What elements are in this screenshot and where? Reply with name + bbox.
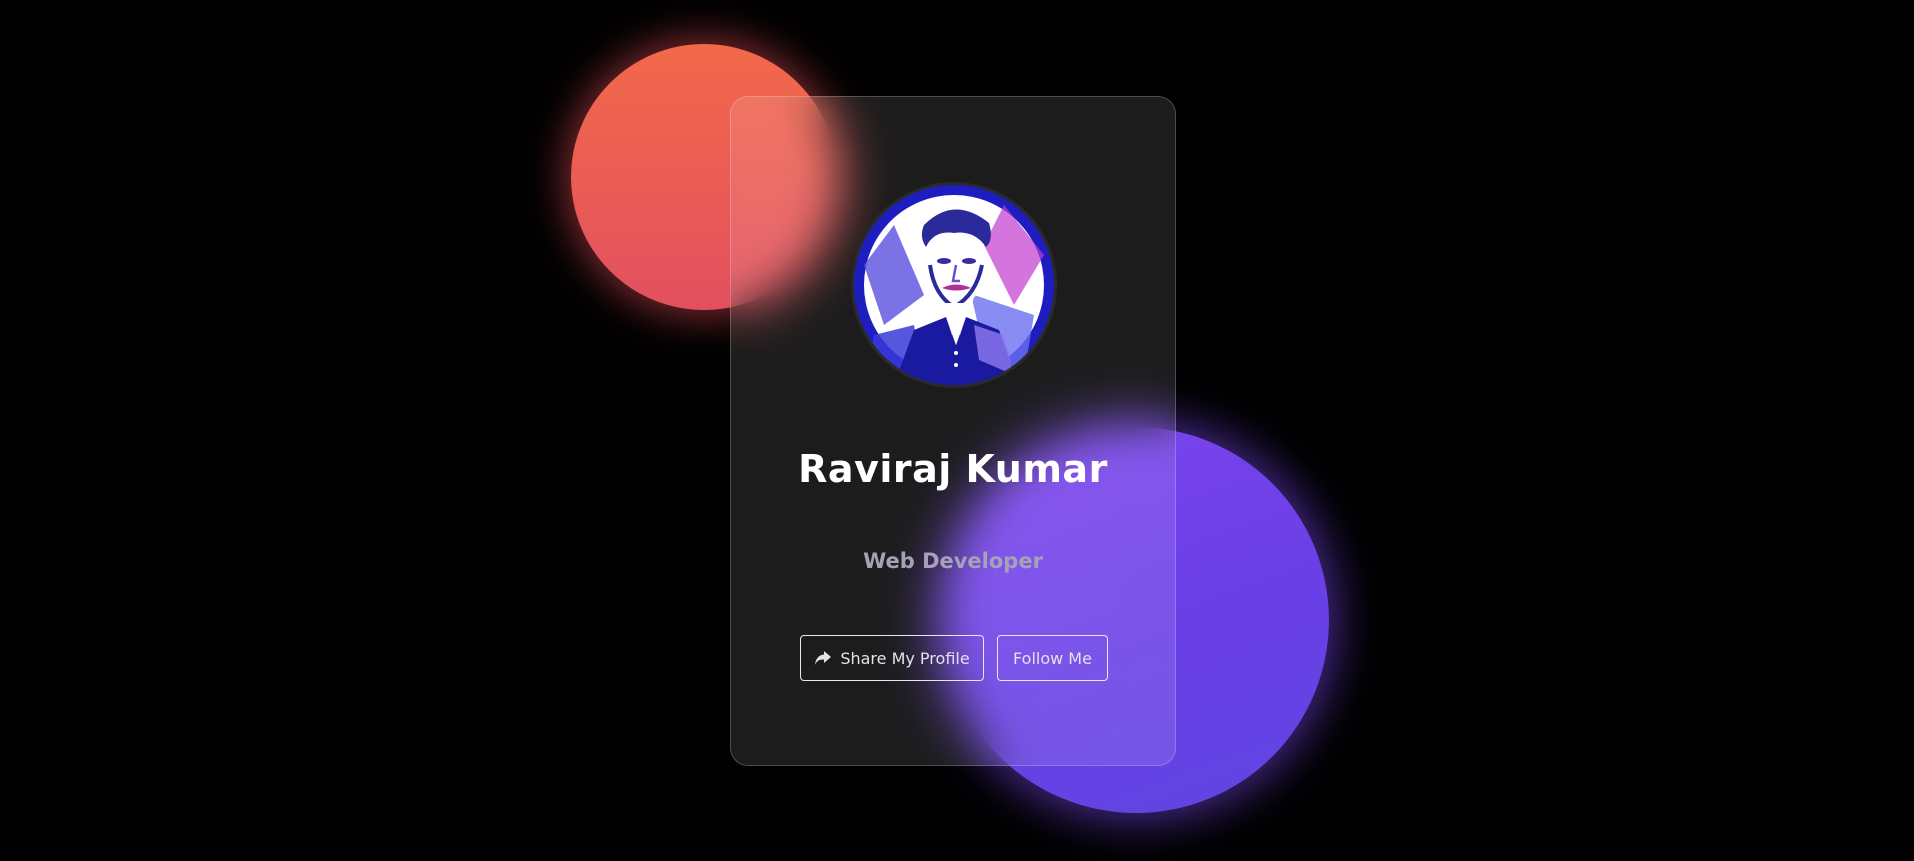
profile-avatar: [851, 182, 1057, 388]
page-background: Raviraj Kumar Web Developer Share My Pro…: [0, 0, 1914, 861]
profile-role: Web Developer: [863, 549, 1043, 573]
follow-button[interactable]: Follow Me: [997, 635, 1108, 681]
share-arrow-icon: [814, 650, 832, 666]
share-profile-button[interactable]: Share My Profile: [800, 635, 984, 681]
follow-button-label: Follow Me: [1013, 648, 1092, 668]
profile-card: Raviraj Kumar Web Developer Share My Pro…: [730, 96, 1176, 766]
portrait-icon: [854, 185, 1054, 385]
profile-name: Raviraj Kumar: [798, 447, 1108, 491]
share-button-label: Share My Profile: [840, 648, 970, 668]
